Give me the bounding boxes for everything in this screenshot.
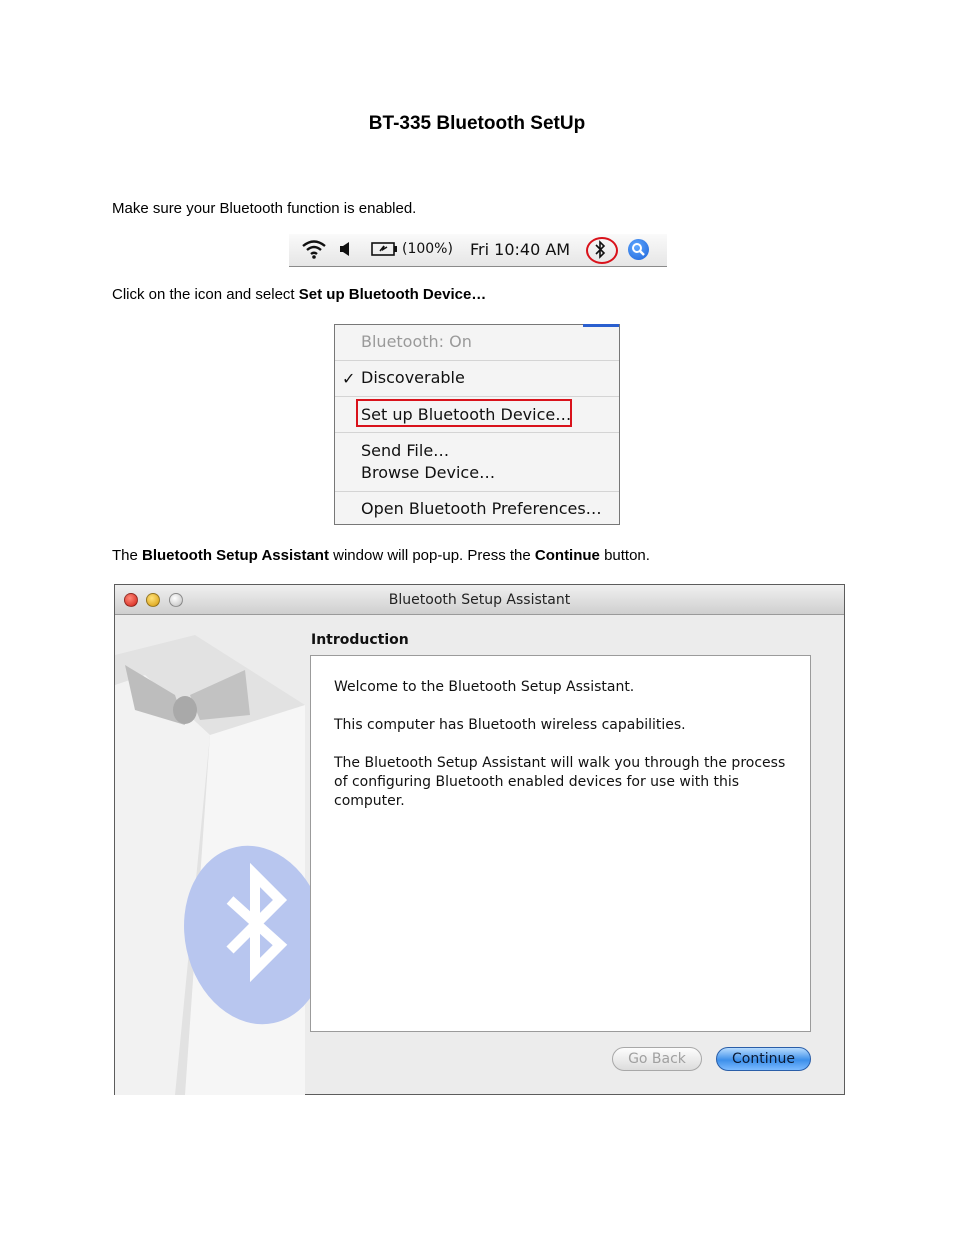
section-title: Introduction — [311, 632, 409, 648]
checkmark-icon: ✓ — [342, 369, 356, 388]
continue-button[interactable]: Continue — [716, 1047, 811, 1071]
instruction-select-setup: Click on the icon and select Set up Blue… — [112, 286, 487, 303]
menu-item-send-file[interactable]: Send File… — [361, 441, 449, 460]
intro-welcome: Welcome to the Bluetooth Setup Assistant… — [334, 679, 635, 695]
menu-item-discoverable[interactable]: Discoverable — [361, 368, 465, 387]
battery-percent: (100%) — [402, 241, 453, 257]
menu-separator — [335, 396, 619, 397]
menu-item-open-preferences[interactable]: Open Bluetooth Preferences… — [361, 499, 602, 518]
intro-walkthrough: The Bluetooth Setup Assistant will walk … — [334, 755, 786, 809]
go-back-button[interactable]: Go Back — [612, 1047, 702, 1071]
menu-top-accent — [583, 324, 619, 327]
menu-separator — [335, 360, 619, 361]
menu-item-browse-device[interactable]: Browse Device… — [361, 463, 495, 482]
spotlight-icon[interactable] — [628, 239, 649, 260]
setup-assistant-window: Bluetooth Setup Assistant Introduction W… — [114, 584, 845, 1095]
battery-icon[interactable] — [371, 242, 399, 256]
menu-bar-screenshot: (100%) Fri 10:40 AM — [289, 234, 667, 267]
menubar-clock[interactable]: Fri 10:40 AM — [470, 240, 570, 259]
menu-item-bluetooth-status: Bluetooth: On — [361, 332, 472, 351]
tuxedo-illustration — [115, 635, 310, 1095]
instruction-enable-bluetooth: Make sure your Bluetooth function is ena… — [112, 200, 417, 217]
menu-separator — [335, 491, 619, 492]
intro-capabilities: This computer has Bluetooth wireless cap… — [334, 717, 686, 733]
intro-content: Welcome to the Bluetooth Setup Assistant… — [310, 655, 811, 1032]
volume-icon[interactable] — [339, 241, 353, 257]
bluetooth-menu: Bluetooth: On ✓ Discoverable Set up Blue… — [334, 324, 620, 525]
bluetooth-icon[interactable] — [594, 240, 606, 259]
window-titlebar[interactable]: Bluetooth Setup Assistant — [115, 585, 844, 615]
menu-separator — [335, 432, 619, 433]
page-title: BT-335 Bluetooth SetUp — [368, 113, 586, 134]
instruction-press-continue: The Bluetooth Setup Assistant window wil… — [112, 547, 650, 564]
wifi-icon[interactable] — [301, 239, 327, 259]
menu-item-setup-device[interactable]: Set up Bluetooth Device… — [361, 405, 571, 424]
window-title: Bluetooth Setup Assistant — [388, 592, 571, 608]
